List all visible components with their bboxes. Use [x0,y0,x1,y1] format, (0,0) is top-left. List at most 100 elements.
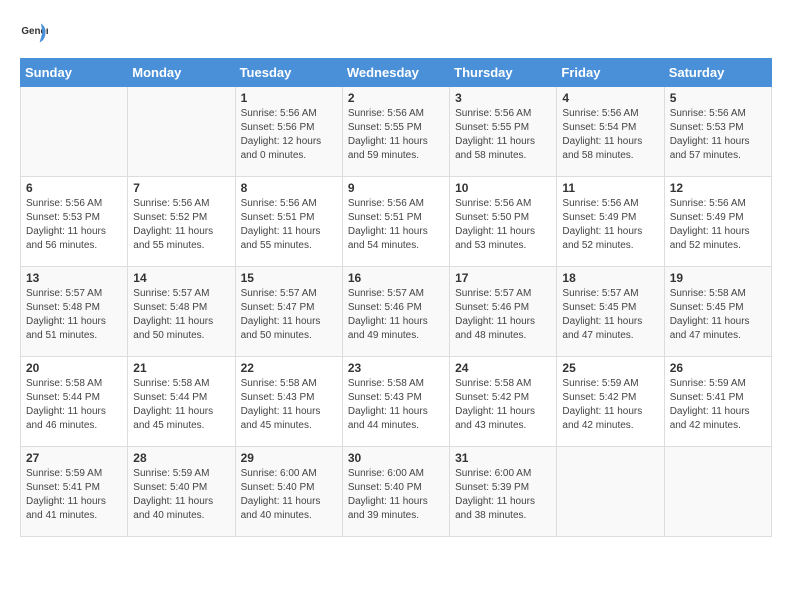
day-number: 18 [562,271,658,285]
cell-info: Sunrise: 5:56 AM Sunset: 5:49 PM Dayligh… [670,197,766,253]
cell-info: Sunrise: 5:56 AM Sunset: 5:54 PM Dayligh… [562,107,658,163]
cell-info: Sunrise: 5:57 AM Sunset: 5:48 PM Dayligh… [133,287,229,343]
day-number: 1 [241,91,337,105]
week-row-4: 20 Sunrise: 5:58 AM Sunset: 5:44 PM Dayli… [21,357,772,447]
cell-info: Sunrise: 5:58 AM Sunset: 5:42 PM Dayligh… [455,377,551,433]
day-number: 25 [562,361,658,375]
day-number: 10 [455,181,551,195]
page-header: General [20,20,772,48]
cell-info: Sunrise: 5:57 AM Sunset: 5:45 PM Dayligh… [562,287,658,343]
calendar-cell: 17Sunrise: 5:57 AM Sunset: 5:46 PM Dayli… [450,267,557,357]
cell-info: Sunrise: 5:57 AM Sunset: 5:47 PM Dayligh… [241,287,337,343]
day-number: 22 [241,361,337,375]
calendar-cell: 21 Sunrise: 5:58 AM Sunset: 5:44 PM Dayli… [128,357,235,447]
calendar-cell: 27 Sunrise: 5:59 AM Sunset: 5:41 PM Dayli… [21,447,128,537]
cell-info: Sunrise: 5:56 AM Sunset: 5:52 PM Dayligh… [133,197,229,253]
cell-info: Sunrise: 5:58 AM Sunset: 5:44 PM Dayligh… [133,377,229,433]
cell-info: Sunrise: 5:58 AM Sunset: 5:44 PM Dayligh… [26,377,122,433]
day-number: 24 [455,361,551,375]
calendar-cell: 14 Sunrise: 5:57 AM Sunset: 5:48 PM Dayli… [128,267,235,357]
day-number: 4 [562,91,658,105]
cell-info: Sunrise: 5:56 AM Sunset: 5:55 PM Dayligh… [348,107,444,163]
day-number: 14 [133,271,229,285]
day-number: 20 [26,361,122,375]
cell-info: Sunrise: 5:57 AM Sunset: 5:48 PM Dayligh… [26,287,122,343]
day-number: 31 [455,451,551,465]
col-header-saturday: Saturday [664,59,771,87]
day-number: 3 [455,91,551,105]
calendar-cell: 5 Sunrise: 5:56 AM Sunset: 5:53 PM Daylig… [664,87,771,177]
cell-info: Sunrise: 5:56 AM Sunset: 5:53 PM Dayligh… [26,197,122,253]
calendar-cell [557,447,664,537]
day-number: 27 [26,451,122,465]
col-header-sunday: Sunday [21,59,128,87]
calendar-cell: 23 Sunrise: 5:58 AM Sunset: 5:43 PM Dayli… [342,357,449,447]
week-row-2: 6 Sunrise: 5:56 AM Sunset: 5:53 PM Daylig… [21,177,772,267]
cell-info: Sunrise: 5:59 AM Sunset: 5:40 PM Dayligh… [133,467,229,523]
cell-info: Sunrise: 5:56 AM Sunset: 5:55 PM Dayligh… [455,107,551,163]
calendar-cell: 6 Sunrise: 5:56 AM Sunset: 5:53 PM Daylig… [21,177,128,267]
calendar-cell: 26 Sunrise: 5:59 AM Sunset: 5:41 PM Dayli… [664,357,771,447]
cell-info: Sunrise: 5:57 AM Sunset: 5:46 PM Dayligh… [455,287,551,343]
calendar-cell: 29 Sunrise: 6:00 AM Sunset: 5:40 PM Dayli… [235,447,342,537]
col-header-thursday: Thursday [450,59,557,87]
calendar-cell: 18 Sunrise: 5:57 AM Sunset: 5:45 PM Dayli… [557,267,664,357]
calendar-cell [21,87,128,177]
calendar-cell: 11Sunrise: 5:56 AM Sunset: 5:49 PM Dayli… [557,177,664,267]
day-number: 30 [348,451,444,465]
day-number: 16 [348,271,444,285]
week-row-3: 13Sunrise: 5:57 AM Sunset: 5:48 PM Dayli… [21,267,772,357]
day-number: 9 [348,181,444,195]
cell-info: Sunrise: 5:57 AM Sunset: 5:46 PM Dayligh… [348,287,444,343]
calendar-cell [128,87,235,177]
day-number: 8 [241,181,337,195]
col-header-monday: Monday [128,59,235,87]
cell-info: Sunrise: 6:00 AM Sunset: 5:39 PM Dayligh… [455,467,551,523]
day-number: 19 [670,271,766,285]
calendar-cell: 9Sunrise: 5:56 AM Sunset: 5:51 PM Daylig… [342,177,449,267]
calendar-cell: 3 Sunrise: 5:56 AM Sunset: 5:55 PM Daylig… [450,87,557,177]
cell-info: Sunrise: 6:00 AM Sunset: 5:40 PM Dayligh… [348,467,444,523]
cell-info: Sunrise: 5:56 AM Sunset: 5:53 PM Dayligh… [670,107,766,163]
cell-info: Sunrise: 5:56 AM Sunset: 5:50 PM Dayligh… [455,197,551,253]
calendar-cell: 12 Sunrise: 5:56 AM Sunset: 5:49 PM Dayli… [664,177,771,267]
calendar-cell: 19Sunrise: 5:58 AM Sunset: 5:45 PM Dayli… [664,267,771,357]
day-number: 15 [241,271,337,285]
cell-info: Sunrise: 6:00 AM Sunset: 5:40 PM Dayligh… [241,467,337,523]
cell-info: Sunrise: 5:58 AM Sunset: 5:43 PM Dayligh… [348,377,444,433]
day-number: 23 [348,361,444,375]
day-number: 6 [26,181,122,195]
calendar-cell: 22 Sunrise: 5:58 AM Sunset: 5:43 PM Dayli… [235,357,342,447]
cell-info: Sunrise: 5:59 AM Sunset: 5:41 PM Dayligh… [26,467,122,523]
calendar-cell: 10 Sunrise: 5:56 AM Sunset: 5:50 PM Dayli… [450,177,557,267]
day-number: 12 [670,181,766,195]
calendar-cell: 25 Sunrise: 5:59 AM Sunset: 5:42 PM Dayli… [557,357,664,447]
col-header-friday: Friday [557,59,664,87]
day-number: 7 [133,181,229,195]
logo: General [20,20,52,48]
calendar-cell: 16 Sunrise: 5:57 AM Sunset: 5:46 PM Dayli… [342,267,449,357]
calendar-cell: 1Sunrise: 5:56 AM Sunset: 5:56 PM Daylig… [235,87,342,177]
logo-icon: General [20,20,48,48]
cell-info: Sunrise: 5:58 AM Sunset: 5:43 PM Dayligh… [241,377,337,433]
calendar-cell: 15 Sunrise: 5:57 AM Sunset: 5:47 PM Dayli… [235,267,342,357]
calendar-table: SundayMondayTuesdayWednesdayThursdayFrid… [20,58,772,537]
day-number: 28 [133,451,229,465]
cell-info: Sunrise: 5:59 AM Sunset: 5:42 PM Dayligh… [562,377,658,433]
calendar-cell: 4 Sunrise: 5:56 AM Sunset: 5:54 PM Daylig… [557,87,664,177]
day-number: 2 [348,91,444,105]
day-number: 29 [241,451,337,465]
calendar-cell: 2 Sunrise: 5:56 AM Sunset: 5:55 PM Daylig… [342,87,449,177]
day-number: 26 [670,361,766,375]
calendar-cell: 13Sunrise: 5:57 AM Sunset: 5:48 PM Dayli… [21,267,128,357]
calendar-cell: 28 Sunrise: 5:59 AM Sunset: 5:40 PM Dayli… [128,447,235,537]
col-header-wednesday: Wednesday [342,59,449,87]
col-header-tuesday: Tuesday [235,59,342,87]
calendar-cell: 20 Sunrise: 5:58 AM Sunset: 5:44 PM Dayli… [21,357,128,447]
calendar-cell: 31 Sunrise: 6:00 AM Sunset: 5:39 PM Dayli… [450,447,557,537]
cell-info: Sunrise: 5:59 AM Sunset: 5:41 PM Dayligh… [670,377,766,433]
calendar-cell: 30 Sunrise: 6:00 AM Sunset: 5:40 PM Dayli… [342,447,449,537]
day-number: 21 [133,361,229,375]
calendar-cell [664,447,771,537]
day-number: 5 [670,91,766,105]
